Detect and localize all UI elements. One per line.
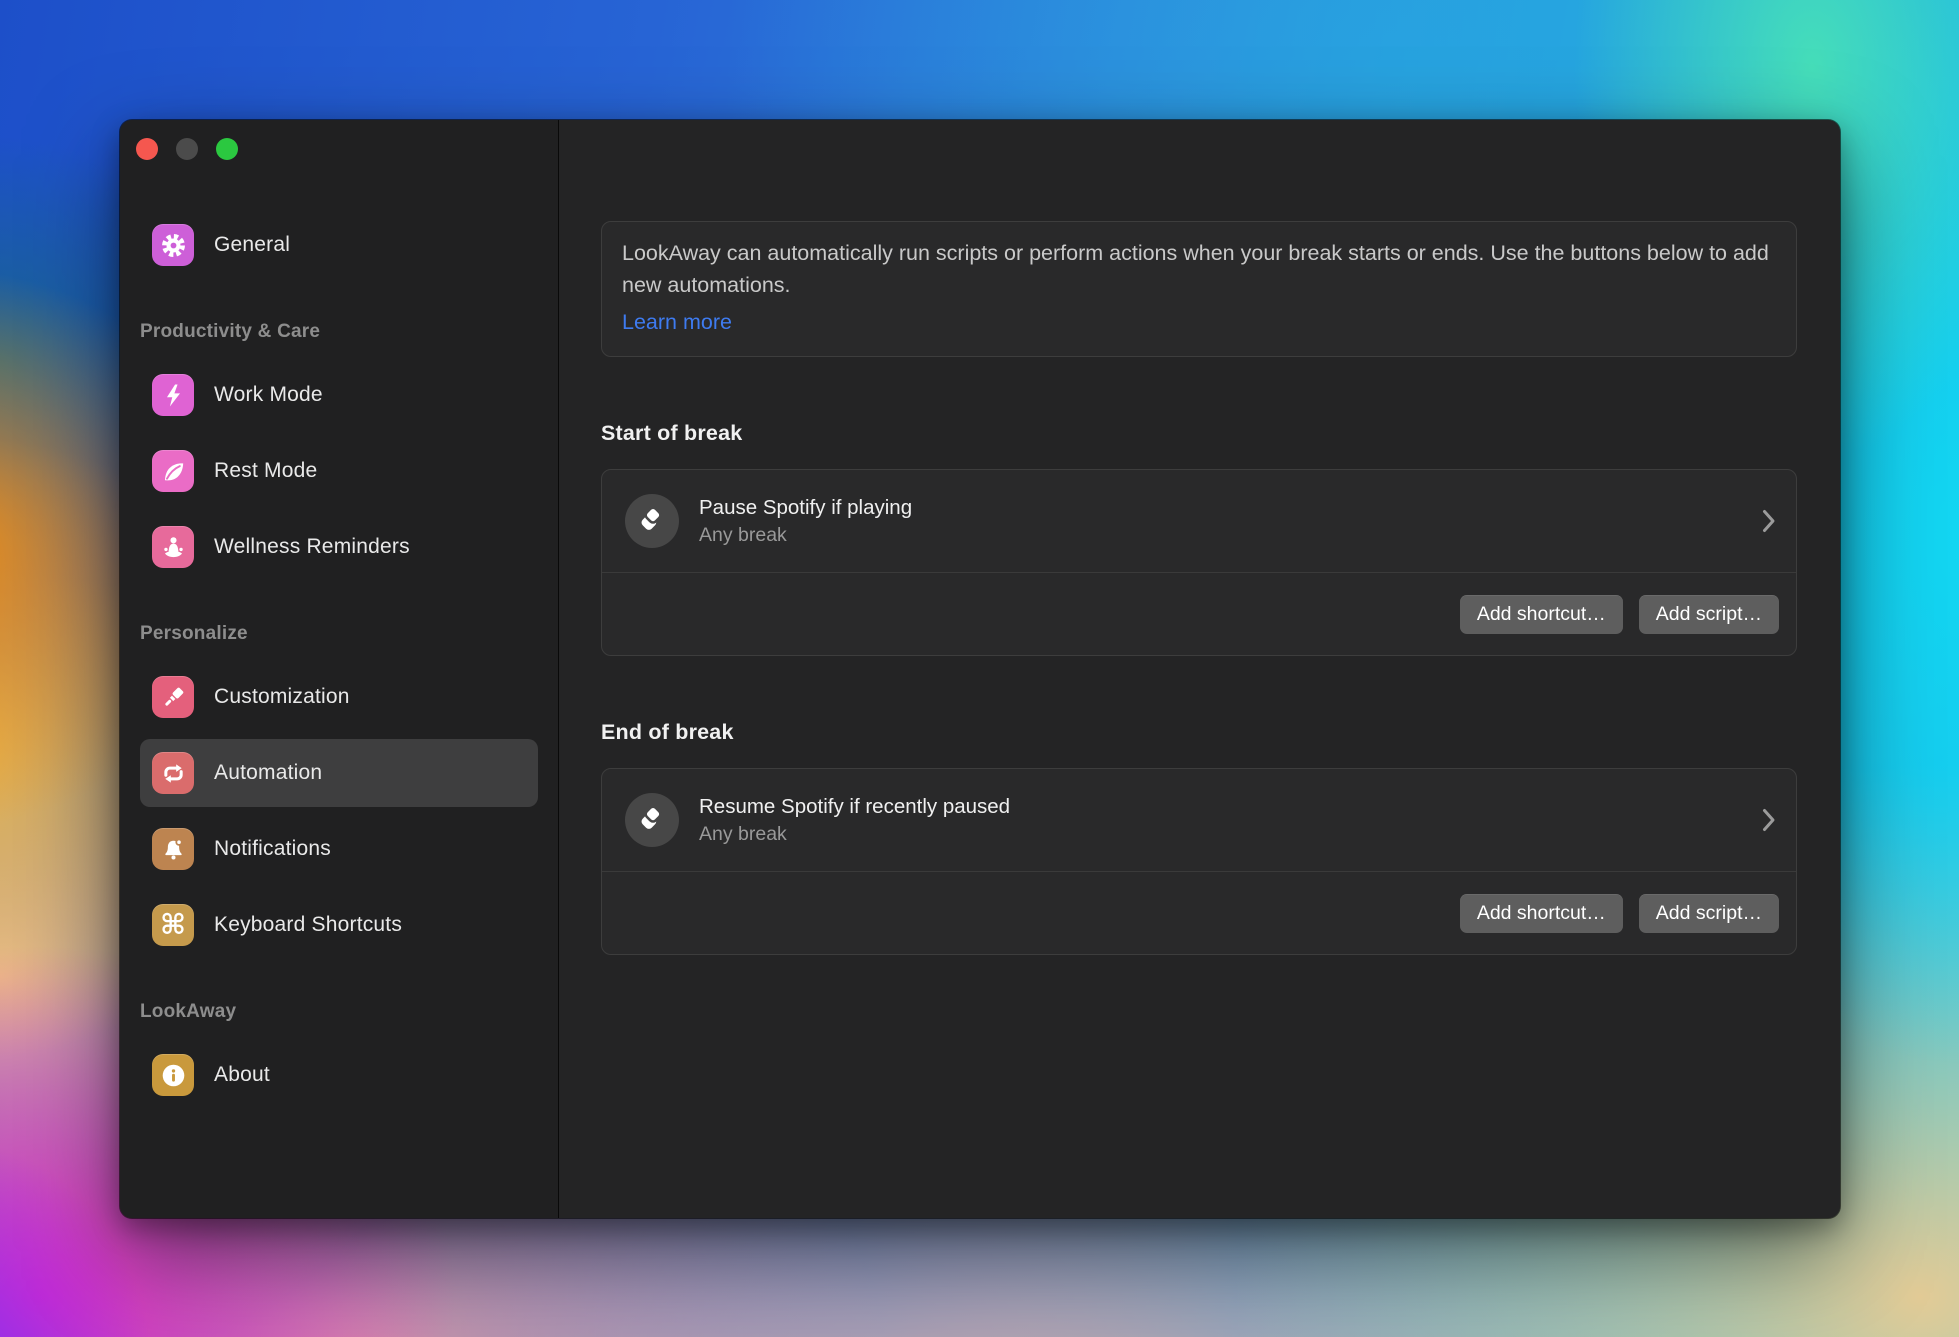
sidebar-item-general[interactable]: General [140, 211, 538, 279]
add-shortcut-button[interactable]: Add shortcut… [1460, 894, 1623, 933]
sidebar-item-automation[interactable]: Automation [140, 739, 538, 807]
traffic-lights [136, 138, 238, 160]
minimize-button[interactable] [176, 138, 198, 160]
automation-row[interactable]: Resume Spotify if recently paused Any br… [602, 769, 1796, 871]
sidebar-item-notifications[interactable]: Notifications [140, 815, 538, 883]
repeat-icon [152, 752, 194, 794]
card-button-row: Add shortcut… Add script… [602, 573, 1796, 655]
sidebar-section-header: Productivity & Care [140, 321, 538, 343]
automation-name: Pause Spotify if playing [699, 496, 1762, 520]
sidebar-nav: General Productivity & Care Work Mode [120, 120, 558, 1109]
sidebar-item-customization[interactable]: Customization [140, 663, 538, 731]
learn-more-link[interactable]: Learn more [622, 307, 732, 337]
automation-text: Pause Spotify if playing Any break [699, 496, 1762, 547]
add-shortcut-button[interactable]: Add shortcut… [1460, 595, 1623, 634]
automation-row[interactable]: Pause Spotify if playing Any break [602, 470, 1796, 572]
sidebar-item-keyboard-shortcuts[interactable]: ⌘ Keyboard Shortcuts [140, 891, 538, 959]
automation-name: Resume Spotify if recently paused [699, 795, 1762, 819]
bell-icon [152, 828, 194, 870]
automation-card-start: Pause Spotify if playing Any break Add s… [601, 469, 1797, 656]
sidebar-item-work-mode[interactable]: Work Mode [140, 361, 538, 429]
shortcuts-icon [625, 793, 679, 847]
sidebar-item-label: Customization [214, 685, 350, 709]
automation-card-end: Resume Spotify if recently paused Any br… [601, 768, 1797, 955]
card-button-row: Add shortcut… Add script… [602, 872, 1796, 954]
sidebar-item-label: Keyboard Shortcuts [214, 913, 402, 937]
section-title-end-of-break: End of break [601, 720, 1797, 745]
chevron-right-icon [1762, 509, 1776, 533]
sidebar-item-label: Notifications [214, 837, 331, 861]
sidebar-section-header: Personalize [140, 623, 538, 645]
sidebar-item-label: About [214, 1063, 270, 1087]
sidebar-section-header: LookAway [140, 1001, 538, 1023]
info-text: LookAway can automatically run scripts o… [622, 237, 1776, 301]
sidebar-item-label: Rest Mode [214, 459, 317, 483]
paintbrush-icon [152, 676, 194, 718]
sidebar-item-label: General [214, 233, 290, 257]
sidebar: General Productivity & Care Work Mode [120, 120, 559, 1218]
zoom-button[interactable] [216, 138, 238, 160]
sidebar-item-rest-mode[interactable]: Rest Mode [140, 437, 538, 505]
info-box: LookAway can automatically run scripts o… [601, 221, 1797, 357]
info-icon [152, 1054, 194, 1096]
sidebar-item-about[interactable]: About [140, 1041, 538, 1109]
automation-detail: Any break [699, 524, 1762, 547]
automation-text: Resume Spotify if recently paused Any br… [699, 795, 1762, 846]
bolt-icon [152, 374, 194, 416]
add-script-button[interactable]: Add script… [1639, 894, 1779, 933]
leaf-icon [152, 450, 194, 492]
section-title-start-of-break: Start of break [601, 421, 1797, 446]
meditation-icon [152, 526, 194, 568]
chevron-right-icon [1762, 808, 1776, 832]
command-icon: ⌘ [152, 904, 194, 946]
shortcuts-icon [625, 494, 679, 548]
sidebar-item-wellness-reminders[interactable]: Wellness Reminders [140, 513, 538, 581]
automation-detail: Any break [699, 823, 1762, 846]
close-button[interactable] [136, 138, 158, 160]
automation-panel: LookAway can automatically run scripts o… [559, 120, 1840, 1218]
sidebar-item-label: Work Mode [214, 383, 323, 407]
sidebar-item-label: Automation [214, 761, 322, 785]
gear-icon [152, 224, 194, 266]
sidebar-item-label: Wellness Reminders [214, 535, 410, 559]
add-script-button[interactable]: Add script… [1639, 595, 1779, 634]
settings-window: General Productivity & Care Work Mode [120, 120, 1840, 1218]
